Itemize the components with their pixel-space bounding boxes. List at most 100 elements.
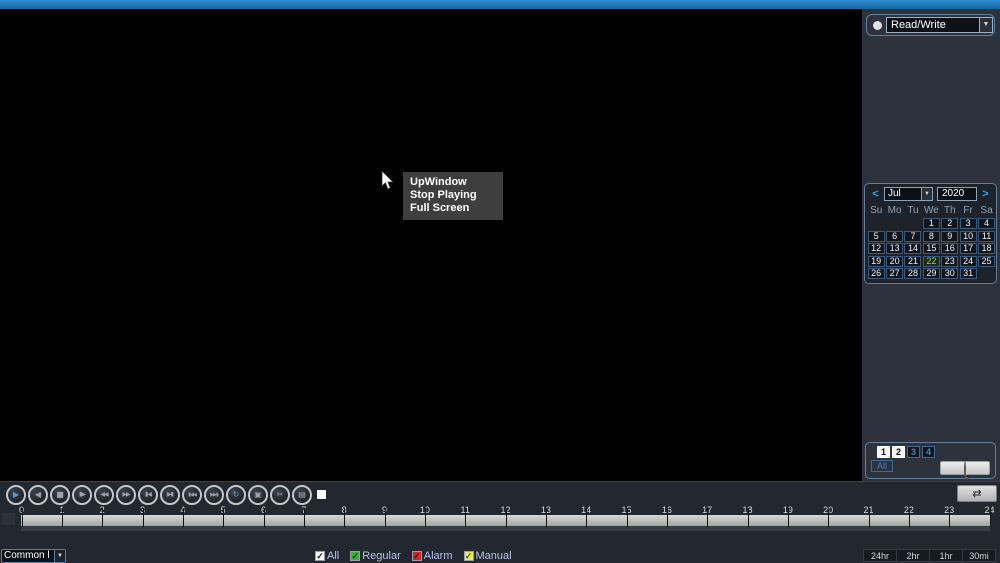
range-button-30mi[interactable]: 30mi bbox=[962, 549, 996, 562]
all-channels-button[interactable]: All bbox=[871, 460, 893, 472]
chevron-down-icon[interactable]: ▼ bbox=[921, 188, 932, 200]
filter-alarm[interactable]: ✓ Alarm bbox=[411, 550, 453, 562]
timeline-tick bbox=[182, 508, 184, 527]
context-menu-item[interactable]: Stop Playing bbox=[403, 189, 503, 202]
fast-forward-button[interactable]: ▶▶ bbox=[116, 485, 136, 505]
playback-mode-select[interactable]: Common l ▼ bbox=[1, 549, 66, 563]
stop-icon: ■ bbox=[56, 490, 64, 499]
channel-button-1[interactable]: 1 bbox=[877, 446, 890, 458]
calendar-day-cell[interactable]: 26 bbox=[867, 268, 885, 280]
calendar-day-cell[interactable]: 30 bbox=[941, 268, 959, 280]
calendar-day-cell[interactable]: 29 bbox=[922, 268, 940, 280]
reverse-play-button[interactable]: ◀ bbox=[28, 485, 48, 505]
title-bar bbox=[0, 0, 1000, 9]
search-button[interactable] bbox=[940, 461, 990, 478]
calendar-day-cell[interactable]: 27 bbox=[886, 268, 904, 280]
range-button-1hr[interactable]: 1hr bbox=[929, 549, 963, 562]
channel-button-4[interactable]: 4 bbox=[922, 446, 935, 458]
previous-file-icon: ▮◀◀ bbox=[188, 491, 197, 498]
checkbox-icon[interactable]: ✓ bbox=[463, 551, 474, 561]
context-menu-item[interactable]: Full Screen bbox=[403, 202, 503, 215]
calendar-day-cell[interactable]: 14 bbox=[904, 243, 922, 255]
calendar-day-cell[interactable]: 31 bbox=[959, 268, 977, 280]
stop-button[interactable]: ■ bbox=[50, 485, 70, 505]
display-mode-button[interactable]: ▣ bbox=[248, 485, 268, 505]
checkbox-icon[interactable]: ✓ bbox=[315, 551, 325, 561]
chevron-down-icon[interactable]: ▼ bbox=[54, 550, 65, 562]
calendar-day-cell[interactable]: 7 bbox=[904, 230, 922, 242]
channel-button-3[interactable]: 3 bbox=[907, 446, 920, 458]
calendar-month-select[interactable]: Jul ▼ bbox=[884, 187, 933, 201]
calendar-day-cell[interactable]: 17 bbox=[959, 243, 977, 255]
video-playback-area[interactable]: UpWindow Stop Playing Full Screen bbox=[0, 9, 862, 481]
calendar-year-input[interactable]: 2020 bbox=[937, 187, 977, 201]
previous-frame-button[interactable]: ▮◀ bbox=[138, 485, 158, 505]
channel-switch-button[interactable]: ⇄ bbox=[957, 485, 997, 502]
calendar-day-cell[interactable]: 22 bbox=[922, 255, 940, 267]
slow-play-button[interactable]: ▮▶ bbox=[72, 485, 92, 505]
calendar-day-cell[interactable]: 21 bbox=[904, 255, 922, 267]
timeline-tick bbox=[424, 508, 426, 527]
timeline-tick bbox=[303, 508, 305, 527]
checkbox-icon[interactable]: ✓ bbox=[411, 551, 422, 561]
filter-manual[interactable]: ✓ Manual bbox=[463, 550, 512, 562]
window-icon: ▣ bbox=[254, 490, 262, 499]
calendar-day-cell[interactable]: 24 bbox=[959, 255, 977, 267]
calendar-day-cell[interactable]: 25 bbox=[978, 255, 996, 267]
slow-play-icon: ▮▶ bbox=[79, 491, 86, 498]
calendar-day-cell[interactable]: 19 bbox=[867, 255, 885, 267]
calendar-next-month-button[interactable]: > bbox=[979, 188, 992, 201]
record-mode-select[interactable]: Read/Write ▼ bbox=[886, 17, 993, 33]
calendar-day-cell[interactable]: 28 bbox=[904, 268, 922, 280]
range-button-24hr[interactable]: 24hr bbox=[863, 549, 897, 562]
calendar-day-cell[interactable]: 6 bbox=[886, 230, 904, 242]
timeline-tick bbox=[989, 508, 991, 527]
previous-file-button[interactable]: ▮◀◀ bbox=[182, 485, 202, 505]
range-button-2hr[interactable]: 2hr bbox=[896, 549, 930, 562]
calendar-day-cell[interactable]: 12 bbox=[867, 243, 885, 255]
calendar-day-cell[interactable]: 1 bbox=[922, 218, 940, 229]
clip-button[interactable]: ✂ bbox=[270, 485, 290, 505]
chevron-down-icon[interactable]: ▼ bbox=[979, 18, 992, 32]
filter-regular[interactable]: ✓ Regular bbox=[350, 550, 401, 562]
channel-button-row: 1234 bbox=[877, 446, 935, 458]
calendar-day-cell[interactable]: 10 bbox=[959, 230, 977, 242]
timeline-tick bbox=[586, 508, 588, 527]
swap-arrows-icon: ⇄ bbox=[972, 487, 982, 500]
next-file-button[interactable]: ▶▶▮ bbox=[204, 485, 224, 505]
calendar-prev-month-button[interactable]: < bbox=[869, 188, 882, 201]
calendar-day-cell[interactable]: 4 bbox=[978, 218, 996, 229]
calendar-day-cell[interactable]: 11 bbox=[978, 230, 996, 242]
timeline-tick bbox=[908, 508, 910, 527]
calendar-day-cell[interactable]: 18 bbox=[978, 243, 996, 255]
rewind-button[interactable]: ◀◀ bbox=[94, 485, 114, 505]
filter-label: All bbox=[327, 550, 340, 562]
calendar-day-cell[interactable]: 23 bbox=[941, 255, 959, 267]
calendar-day-cell[interactable]: 9 bbox=[941, 230, 959, 242]
backup-button[interactable]: ▤ bbox=[292, 485, 312, 505]
calendar-day-cell[interactable]: 15 bbox=[922, 243, 940, 255]
timeline-tick bbox=[21, 508, 23, 527]
calendar-day-cell[interactable]: 2 bbox=[941, 218, 959, 229]
calendar-panel: < Jul ▼ 2020 > Su Mo Tu We Th Fr Sa 1234567891… bbox=[864, 183, 997, 284]
channel-button-2[interactable]: 2 bbox=[892, 446, 905, 458]
loop-playback-button[interactable]: ↻ bbox=[226, 485, 246, 505]
record-indicator-icon bbox=[317, 490, 326, 499]
play-button[interactable]: ▶ bbox=[6, 485, 26, 505]
loop-icon: ↻ bbox=[232, 490, 240, 499]
record-mode-value: Read/Write bbox=[891, 19, 946, 31]
calendar-day-cell[interactable]: 16 bbox=[941, 243, 959, 255]
next-frame-button[interactable]: ▶▮ bbox=[160, 485, 180, 505]
filter-all[interactable]: ✓ All bbox=[315, 550, 339, 562]
timeline-tick bbox=[747, 508, 749, 527]
checkbox-icon[interactable]: ✓ bbox=[350, 551, 361, 561]
timeline-tick bbox=[666, 508, 668, 527]
context-menu: UpWindow Stop Playing Full Screen bbox=[403, 172, 503, 220]
context-menu-item[interactable]: UpWindow bbox=[403, 176, 503, 189]
channel-panel: 1234 All bbox=[865, 442, 996, 479]
calendar-day-cell[interactable]: 8 bbox=[922, 230, 940, 242]
calendar-day-cell[interactable]: 5 bbox=[867, 230, 885, 242]
calendar-day-cell[interactable]: 20 bbox=[886, 255, 904, 267]
calendar-day-cell[interactable]: 13 bbox=[886, 243, 904, 255]
calendar-day-cell[interactable]: 3 bbox=[959, 218, 977, 229]
